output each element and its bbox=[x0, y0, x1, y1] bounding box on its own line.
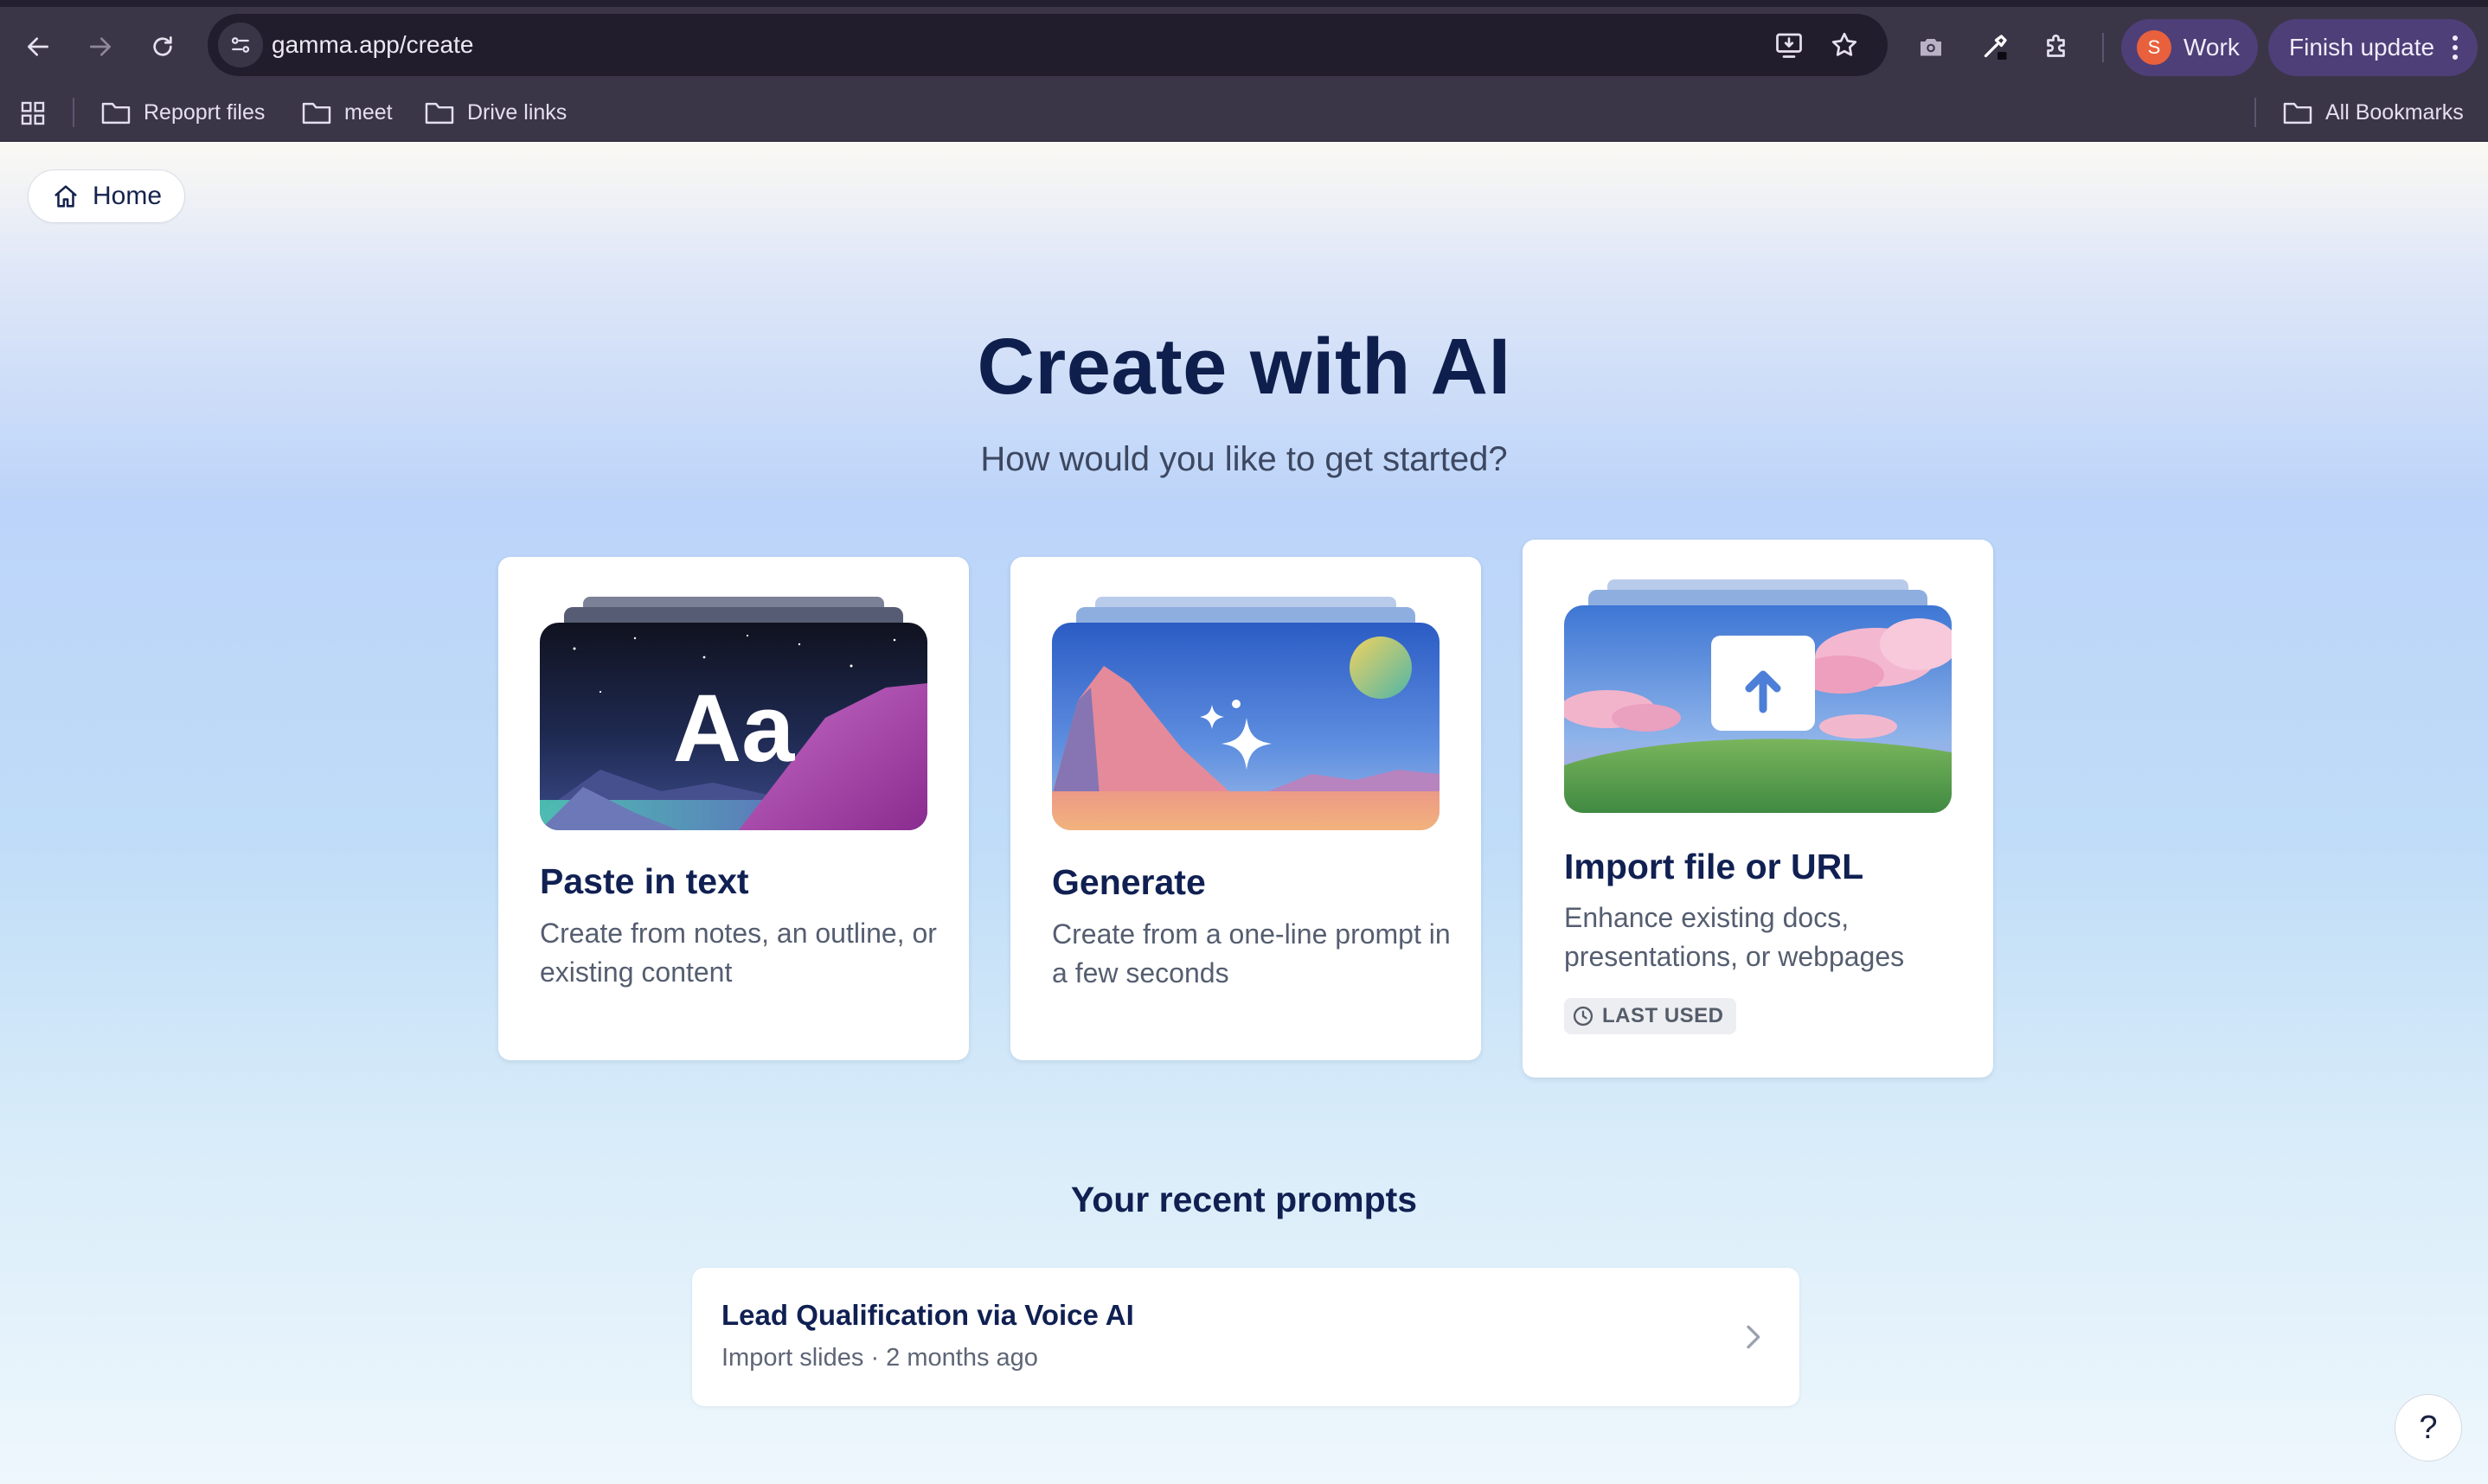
home-button[interactable]: Home bbox=[28, 170, 185, 223]
profile-button[interactable]: S Work bbox=[2121, 19, 2258, 76]
extensions-puzzle-icon[interactable] bbox=[2038, 28, 2076, 66]
install-app-icon[interactable] bbox=[1772, 28, 1806, 62]
card-description: Enhance existing docs, presentations, or… bbox=[1564, 902, 1905, 972]
create-page: Home Create with AI How would you like t… bbox=[0, 142, 2488, 1484]
bookmarks-bar: Repoprt files meet Drive links All Bookm… bbox=[0, 84, 2488, 142]
forward-button[interactable] bbox=[78, 24, 123, 69]
page-title: Create with AI bbox=[977, 323, 1511, 411]
card-description: Create from notes, an outline, or existi… bbox=[540, 918, 937, 988]
back-button[interactable] bbox=[16, 24, 61, 69]
apps-grid-icon[interactable] bbox=[19, 84, 47, 142]
bookmark-label: Repoprt files bbox=[144, 100, 266, 125]
bookmark-label: Drive links bbox=[467, 100, 567, 125]
folder-icon bbox=[425, 102, 454, 124]
recent-prompt-name: Lead Qualification via Voice AI bbox=[721, 1299, 1134, 1331]
recent-prompt-meta: Import slides · 2 months ago bbox=[721, 1344, 1038, 1372]
bookmarks-divider bbox=[73, 98, 74, 127]
home-icon bbox=[55, 185, 77, 208]
all-bookmarks-button[interactable]: All Bookmarks bbox=[2282, 84, 2464, 142]
bookmark-folder-drive-links[interactable]: Drive links bbox=[424, 84, 567, 142]
clock-icon bbox=[1573, 1006, 1593, 1027]
reload-icon bbox=[153, 36, 172, 56]
menu-dots-icon bbox=[2446, 35, 2464, 60]
bookmark-label: meet bbox=[344, 100, 393, 125]
card-title: Generate bbox=[1052, 862, 1206, 902]
help-button[interactable]: ? bbox=[2395, 1394, 2462, 1462]
arrow-right-icon bbox=[90, 37, 111, 56]
bookmark-star-icon[interactable] bbox=[1827, 28, 1862, 62]
eyedropper-icon[interactable] bbox=[1976, 28, 2014, 66]
bookmark-folder-meet[interactable]: meet bbox=[301, 84, 393, 142]
home-label: Home bbox=[93, 182, 163, 210]
aa-glyph: Aa bbox=[673, 675, 795, 782]
generate-illustration bbox=[1052, 597, 1440, 830]
folder-icon bbox=[101, 102, 131, 124]
generate-card[interactable]: Generate Create from a one-line prompt i… bbox=[1010, 557, 1481, 1060]
paste-in-text-card[interactable]: Aa Paste in text Create from notes, an o… bbox=[498, 557, 969, 1060]
paste-text-illustration: Aa bbox=[540, 597, 927, 830]
avatar: S bbox=[2137, 30, 2171, 65]
reload-button[interactable] bbox=[140, 24, 185, 69]
recent-prompts-title: Your recent prompts bbox=[1070, 1180, 1418, 1219]
chevron-right-icon bbox=[1747, 1325, 1760, 1349]
import-illustration bbox=[1564, 579, 1952, 813]
url-text[interactable]: gamma.app/create bbox=[272, 14, 473, 76]
card-description: Create from a one-line prompt in a few s… bbox=[1052, 918, 1451, 988]
finish-update-button[interactable]: Finish update bbox=[2268, 19, 2478, 76]
bookmarks-divider bbox=[2254, 98, 2256, 127]
profile-label: Work bbox=[2183, 34, 2240, 61]
last-used-badge: LAST USED bbox=[1564, 998, 1736, 1034]
recent-prompt-item[interactable]: Lead Qualification via Voice AI Import s… bbox=[692, 1268, 1799, 1406]
folder-icon bbox=[302, 102, 331, 124]
camera-icon[interactable] bbox=[1912, 28, 1950, 66]
card-title: Paste in text bbox=[540, 861, 749, 901]
finish-update-label: Finish update bbox=[2289, 34, 2435, 61]
import-file-card[interactable]: Import file or URL Enhance existing docs… bbox=[1523, 540, 1993, 1078]
all-bookmarks-label: All Bookmarks bbox=[2325, 100, 2464, 125]
site-settings-icon[interactable] bbox=[218, 22, 263, 67]
browser-toolbar: gamma.app/create S Work Finish update bbox=[0, 0, 2488, 84]
bookmark-folder-repoprt-files[interactable]: Repoprt files bbox=[100, 84, 265, 142]
folder-icon bbox=[2283, 102, 2312, 124]
badge-label: LAST USED bbox=[1602, 1004, 1724, 1027]
page-subtitle: How would you like to get started? bbox=[980, 440, 1508, 478]
card-title: Import file or URL bbox=[1564, 847, 1864, 886]
toolbar-divider bbox=[2102, 33, 2104, 62]
arrow-left-icon bbox=[28, 37, 48, 56]
address-bar[interactable]: gamma.app/create bbox=[208, 14, 1888, 76]
